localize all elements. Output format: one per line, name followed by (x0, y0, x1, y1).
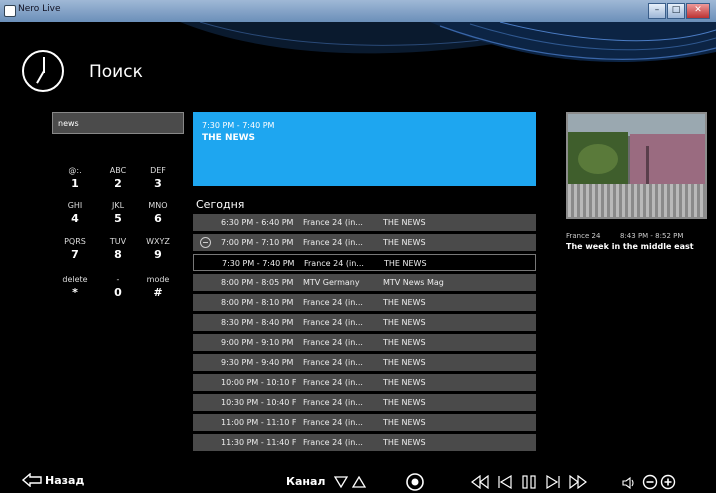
next-icon[interactable] (545, 475, 561, 489)
rewind-icon[interactable] (471, 475, 489, 489)
program-row[interactable]: 8:00 PM - 8:10 PM France 24 (in... THE N… (193, 294, 536, 311)
back-label: Назад (45, 473, 85, 487)
clock-icon (22, 50, 64, 92)
keypad-key-5[interactable]: JKL 5 (101, 201, 135, 225)
keypad-key-7[interactable]: PQRS 7 (58, 237, 92, 261)
keypad-key-1[interactable]: @:. 1 (58, 166, 92, 190)
page-title: Поиск (89, 62, 143, 82)
video-thumbnail[interactable] (566, 112, 707, 219)
program-row[interactable]: 8:00 PM - 8:05 PM MTV Germany MTV News M… (193, 274, 536, 291)
fast-forward-icon[interactable] (569, 475, 587, 489)
current-channel: France 24 (566, 232, 601, 240)
program-row-selected[interactable]: 7:30 PM - 7:40 PM France 24 (in... THE N… (193, 254, 536, 271)
program-row[interactable]: 9:30 PM - 9:40 PM France 24 (in... THE N… (193, 354, 536, 371)
keypad-key-4[interactable]: GHI 4 (58, 201, 92, 225)
keypad-key-6[interactable]: MNO 6 (141, 201, 175, 225)
program-row[interactable]: 10:30 PM - 10:40 F France 24 (in... THE … (193, 394, 536, 411)
preview-time: 7:30 PM - 7:40 PM (202, 121, 275, 130)
back-arrow-icon (22, 473, 42, 487)
program-list: 6:30 PM - 6:40 PM France 24 (in... THE N… (193, 214, 536, 454)
maximize-button[interactable]: □ (667, 3, 685, 19)
program-row[interactable]: 8:30 PM - 8:40 PM France 24 (in... THE N… (193, 314, 536, 331)
search-input[interactable] (52, 112, 184, 134)
keypad-key-3[interactable]: DEF 3 (141, 166, 175, 190)
channel-down-icon[interactable] (334, 476, 348, 488)
current-time-range: 8:43 PM - 8:52 PM (620, 232, 684, 240)
keypad-key-delete[interactable]: delete * (58, 275, 92, 299)
program-row[interactable]: 6:30 PM - 6:40 PM France 24 (in... THE N… (193, 214, 536, 231)
current-program-title: The week in the middle east (566, 242, 694, 251)
program-row[interactable]: 7:00 PM - 7:10 PM France 24 (in... THE N… (193, 234, 536, 251)
scheduled-icon (200, 237, 211, 248)
program-row[interactable]: 9:00 PM - 9:10 PM France 24 (in... THE N… (193, 334, 536, 351)
volume-down-icon[interactable] (642, 474, 658, 490)
channel-label: Канал (286, 475, 326, 488)
keypad-key-9[interactable]: WXYZ 9 (141, 237, 175, 261)
minimize-button[interactable]: – (648, 3, 666, 19)
program-row[interactable]: 10:00 PM - 10:10 F France 24 (in... THE … (193, 374, 536, 391)
list-heading: Сегодня (196, 198, 245, 211)
window-titlebar: Nero Live – □ ✕ (0, 0, 716, 22)
keypad-key-mode[interactable]: mode # (141, 275, 175, 299)
back-button[interactable]: Назад (22, 473, 84, 487)
channel-up-icon[interactable] (352, 476, 366, 488)
app-icon (4, 5, 16, 17)
program-row[interactable]: 11:30 PM - 11:40 F France 24 (in... THE … (193, 434, 536, 451)
volume-up-icon[interactable] (660, 474, 676, 490)
keypad-key-8[interactable]: TUV 8 (101, 237, 135, 261)
window-controls: – □ ✕ (647, 3, 710, 19)
close-button[interactable]: ✕ (686, 3, 710, 19)
record-icon[interactable] (405, 472, 425, 492)
program-preview: 7:30 PM - 7:40 PM THE NEWS (193, 112, 536, 186)
keypad-key-2[interactable]: ABC 2 (101, 166, 135, 190)
keypad-key-0[interactable]: -0 (101, 275, 135, 299)
preview-title: THE NEWS (202, 133, 256, 143)
volume-icon[interactable] (622, 477, 636, 489)
pause-icon[interactable] (521, 475, 537, 489)
program-row[interactable]: 11:00 PM - 11:10 F France 24 (in... THE … (193, 414, 536, 431)
previous-icon[interactable] (497, 475, 513, 489)
window-title: Nero Live (18, 4, 61, 14)
